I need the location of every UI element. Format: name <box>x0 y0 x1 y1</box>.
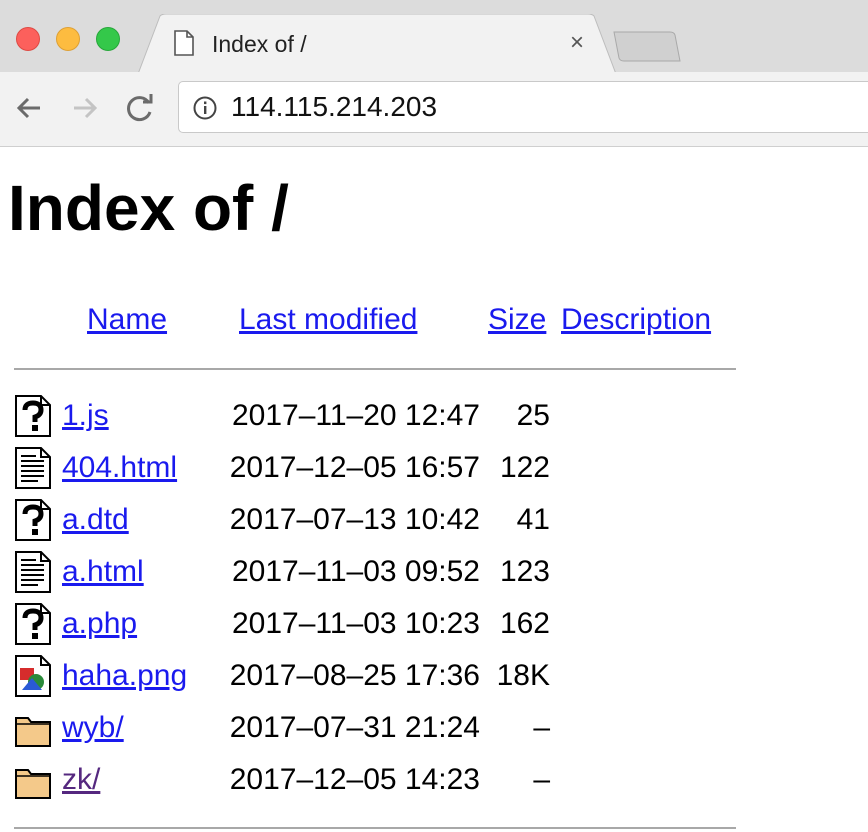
file-size: 162 <box>499 607 550 640</box>
forward-icon[interactable] <box>68 91 102 125</box>
file-size: – <box>533 711 550 744</box>
last-modified: 2017–11–03 09:52 <box>231 555 480 588</box>
file-size: 18K <box>496 659 550 692</box>
back-icon[interactable] <box>12 91 46 125</box>
folder-icon <box>14 706 52 750</box>
text-file-icon <box>14 550 52 594</box>
last-modified: 2017–07–13 10:42 <box>229 503 480 536</box>
image-file-icon <box>14 654 52 698</box>
last-modified: 2017–12–05 14:23 <box>229 763 480 796</box>
last-modified: 2017–08–25 17:36 <box>229 659 480 692</box>
table-row: a.html 2017–11–03 09:52 123 <box>0 548 868 600</box>
file-link[interactable]: haha.png <box>62 658 187 694</box>
folder-icon <box>14 758 52 802</box>
sort-by-last-modified-link[interactable]: Last modified <box>239 303 417 337</box>
table-row: haha.png 2017–08–25 17:36 18K <box>0 652 868 704</box>
text-file-icon <box>14 446 52 490</box>
file-link[interactable]: 404.html <box>62 450 177 486</box>
unknown-file-icon <box>14 602 52 646</box>
page-title: Index of / <box>8 172 289 244</box>
tab-close-icon[interactable]: × <box>566 28 588 58</box>
active-tab[interactable]: Index of / × <box>138 14 616 74</box>
file-size: 122 <box>499 451 550 484</box>
last-modified: 2017–11–03 10:23 <box>231 607 480 640</box>
divider-bottom <box>14 827 736 829</box>
sort-by-description-link[interactable]: Description <box>561 303 711 337</box>
file-link[interactable]: a.html <box>62 554 144 590</box>
address-bar[interactable]: 114.115.214.203 <box>178 81 868 133</box>
folder-link[interactable]: zk/ <box>62 762 100 798</box>
info-icon[interactable] <box>193 96 217 120</box>
file-size: 41 <box>516 503 550 536</box>
last-modified: 2017–11–20 12:47 <box>231 399 480 432</box>
divider-top <box>14 368 736 370</box>
table-row: a.php 2017–11–03 10:23 162 <box>0 600 868 652</box>
reload-icon[interactable] <box>123 91 157 125</box>
unknown-file-icon <box>14 394 52 438</box>
folder-link[interactable]: wyb/ <box>62 710 124 746</box>
last-modified: 2017–12–05 16:57 <box>229 451 480 484</box>
close-window-button[interactable] <box>16 27 40 51</box>
file-link[interactable]: a.dtd <box>62 502 129 538</box>
table-row: 404.html 2017–12–05 16:57 122 <box>0 444 868 496</box>
file-size: 25 <box>516 399 550 432</box>
tab-title: Index of / <box>212 31 307 57</box>
file-size: – <box>533 763 550 796</box>
file-link[interactable]: 1.js <box>62 398 109 434</box>
zoom-window-button[interactable] <box>96 27 120 51</box>
file-link[interactable]: a.php <box>62 606 137 642</box>
sort-by-name-link[interactable]: Name <box>87 303 167 337</box>
minimize-window-button[interactable] <box>56 27 80 51</box>
file-size: 123 <box>499 555 550 588</box>
new-tab-button[interactable] <box>612 30 682 64</box>
sort-by-size-link[interactable]: Size <box>488 303 546 337</box>
browser-toolbar: 114.115.214.203 <box>0 72 868 147</box>
table-row: wyb/ 2017–07–31 21:24 – <box>0 704 868 756</box>
table-row: zk/ 2017–12–05 14:23 – <box>0 756 868 808</box>
last-modified: 2017–07–31 21:24 <box>229 711 480 744</box>
table-row: 1.js 2017–11–20 12:47 25 <box>0 392 868 444</box>
page-content: Index of / Name Last modified Size Descr… <box>0 147 868 832</box>
page-icon <box>174 30 194 56</box>
table-row: a.dtd 2017–07–13 10:42 41 <box>0 496 868 548</box>
url-text: 114.115.214.203 <box>231 91 438 122</box>
tab-strip: Index of / × <box>0 0 868 74</box>
unknown-file-icon <box>14 498 52 542</box>
